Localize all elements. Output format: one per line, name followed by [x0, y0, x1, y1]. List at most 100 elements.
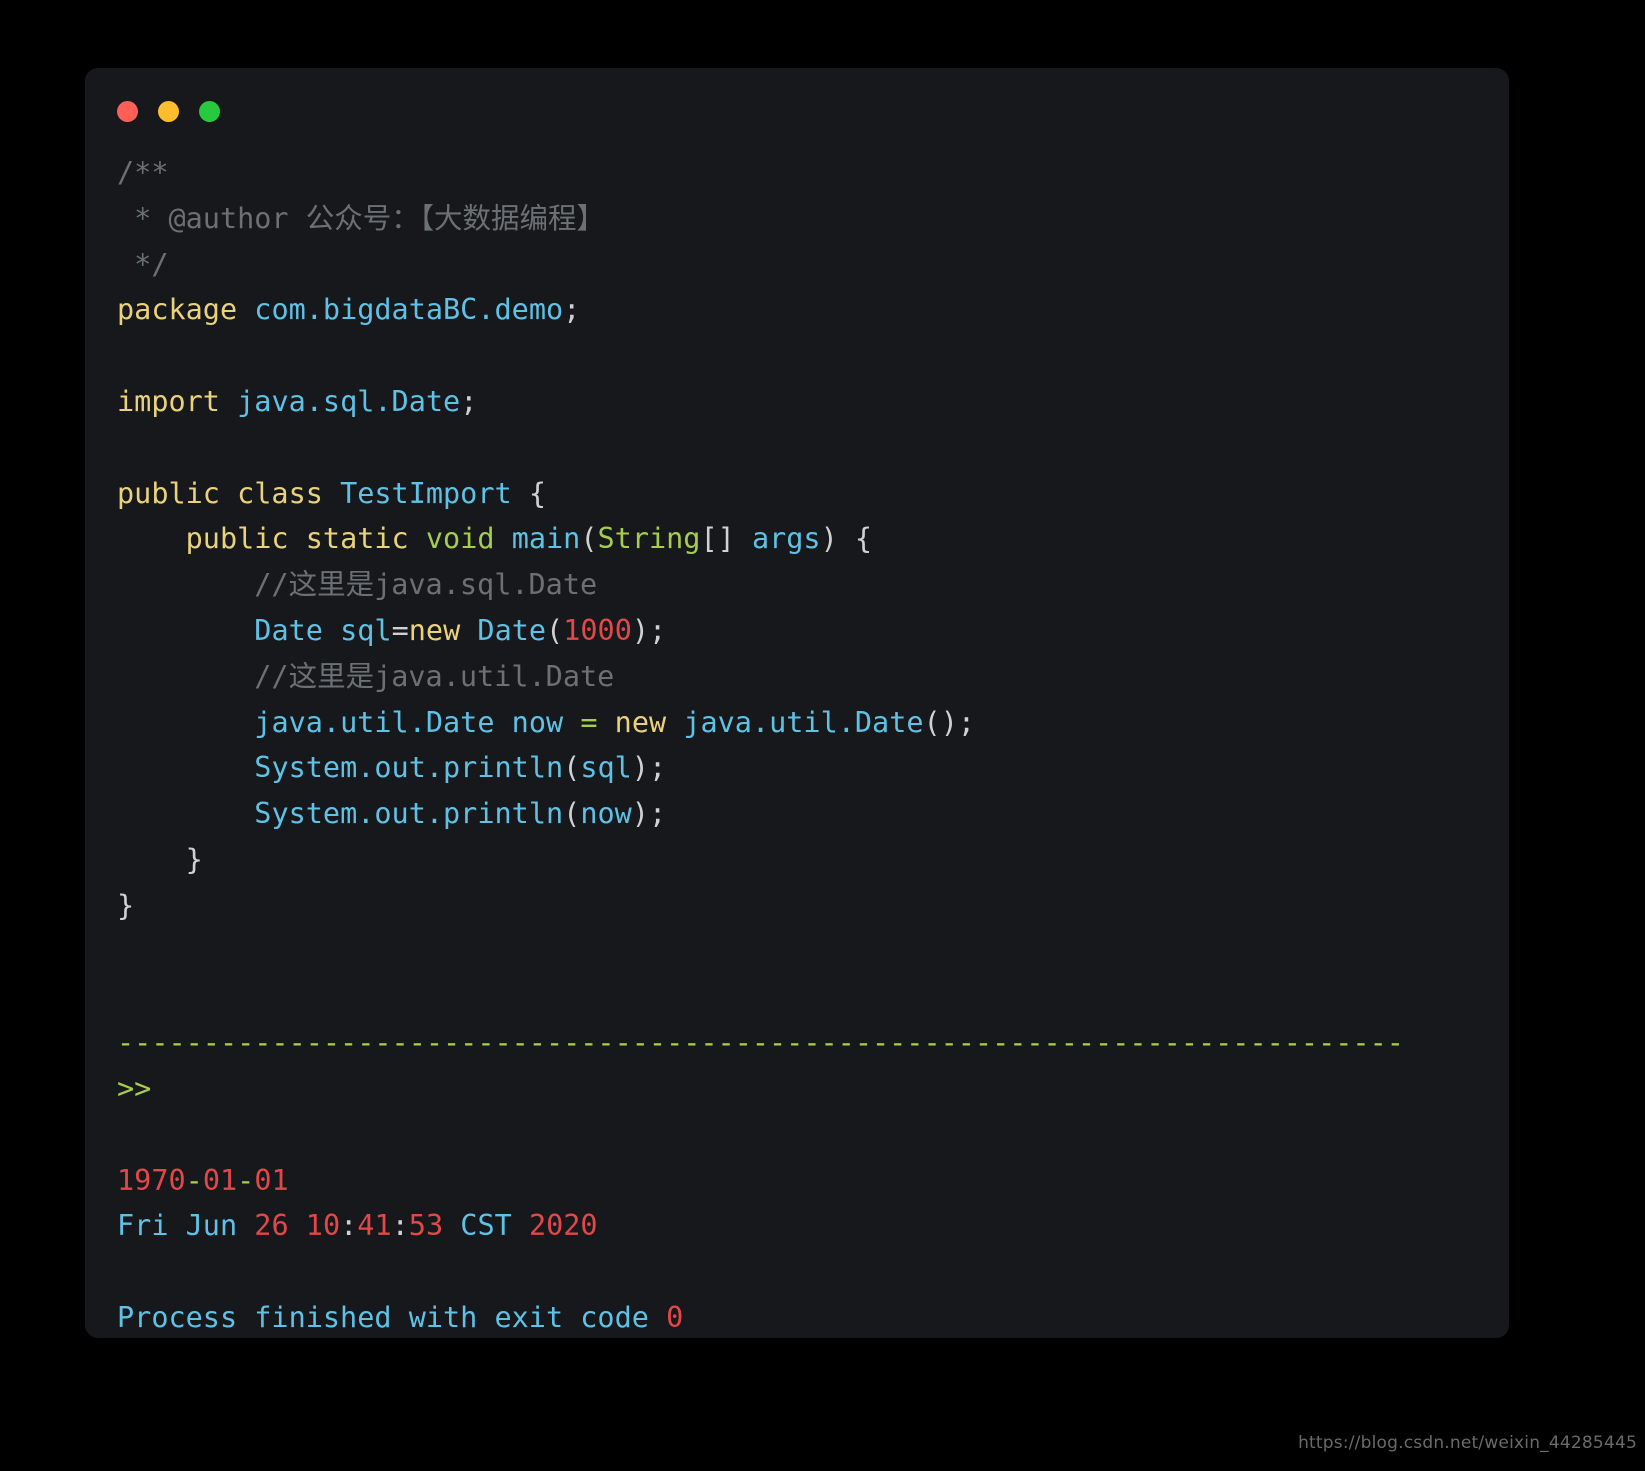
code-token: //这里是java.util.Date [117, 659, 615, 693]
code-token: = [391, 613, 409, 647]
code-line: import java.sql.Date; [117, 379, 1501, 425]
code-token: now [580, 797, 632, 831]
maximize-window-button[interactable] [199, 101, 220, 122]
code-token: String [597, 522, 701, 556]
code-token: 2020 [528, 1209, 598, 1243]
code-token: public static [185, 522, 409, 556]
code-token: ( [546, 613, 564, 647]
watermark-url: https://blog.csdn.net/weixin_44285445 [1298, 1433, 1637, 1453]
code-token: java.sql.Date [237, 384, 461, 418]
code-token: ); [631, 751, 667, 785]
code-token: = [580, 705, 598, 739]
code-token: new [614, 705, 667, 739]
code-line: >> [117, 1066, 1501, 1112]
code-token: /** [117, 156, 169, 189]
code-token: ; [563, 293, 581, 327]
code-token: sql [340, 613, 392, 647]
code-token: ( [580, 522, 598, 556]
code-token: 10 [305, 1209, 341, 1243]
code-line: ----------------------------------------… [117, 1020, 1501, 1066]
code-line: 1970-01-01 [117, 1158, 1501, 1204]
code-token: ); [631, 613, 667, 647]
code-listing[interactable]: /** * @author 公众号：【大数据编程】 */ package com.… [117, 150, 1501, 1338]
code-line: java.util.Date now = new java.util.Date(… [117, 700, 1501, 746]
code-token: Date [477, 613, 547, 647]
code-token: sql [580, 751, 632, 785]
minimize-window-button[interactable] [158, 101, 179, 122]
code-token: 0 [666, 1300, 684, 1334]
code-token: 26 [254, 1209, 289, 1243]
code-token: CST [460, 1209, 512, 1243]
code-token: >> [117, 1071, 152, 1105]
code-token: { [511, 476, 546, 510]
code-token: java.util.Date [683, 705, 924, 739]
code-token: ( [563, 797, 581, 831]
code-token: new [408, 613, 461, 647]
code-token: : [391, 1209, 409, 1243]
code-token: Fri Jun [117, 1209, 238, 1243]
code-token: 53 [408, 1209, 444, 1243]
code-token: 1000 [563, 613, 632, 647]
code-line: /** [117, 150, 1501, 196]
code-line: package com.bigdataBC.demo; [117, 287, 1501, 333]
code-token: void [425, 522, 495, 556]
code-token: [] [700, 522, 752, 556]
code-token: } [117, 888, 135, 922]
code-line: Date sql=new Date(1000); [117, 608, 1501, 654]
code-token: package [117, 293, 238, 327]
code-token: (); [923, 705, 976, 739]
code-token: * @author 公众号：【大数据编程】 [117, 201, 605, 235]
code-token: ); [631, 797, 667, 831]
code-token: : [340, 1209, 358, 1243]
code-token: Date [254, 613, 323, 647]
code-token: Process finished with exit code [117, 1300, 649, 1334]
code-token: //这里是java.sql.Date [117, 568, 598, 602]
code-line: */ [117, 242, 1501, 288]
code-token: main [511, 522, 581, 556]
code-line: } [117, 883, 1501, 929]
code-token: 01 [202, 1163, 238, 1197]
code-token: public class [117, 476, 323, 510]
code-token: ----------------------------------------… [117, 1026, 1404, 1060]
code-token: 41 [357, 1209, 392, 1243]
code-token: 1970 [117, 1163, 186, 1197]
code-token: */ [117, 247, 169, 281]
code-token: System.out.println [254, 797, 564, 831]
code-line: public class TestImport { [117, 471, 1501, 517]
code-token: 01 [254, 1163, 289, 1197]
code-token: } [117, 842, 203, 876]
code-token: import [117, 384, 220, 418]
code-line: Fri Jun 26 10:41:53 CST 2020 [117, 1203, 1501, 1249]
close-window-button[interactable] [117, 101, 138, 122]
code-line: System.out.println(now); [117, 791, 1501, 837]
code-token: - [185, 1163, 203, 1197]
code-window-card: /** * @author 公众号：【大数据编程】 */ package com.… [85, 68, 1509, 1338]
code-line: * @author 公众号：【大数据编程】 [117, 196, 1501, 242]
code-token: ( [563, 751, 581, 785]
code-token: args [751, 522, 821, 556]
window-controls [117, 101, 220, 122]
code-token: ; [460, 384, 478, 418]
code-token: java.util.Date now [254, 705, 564, 739]
